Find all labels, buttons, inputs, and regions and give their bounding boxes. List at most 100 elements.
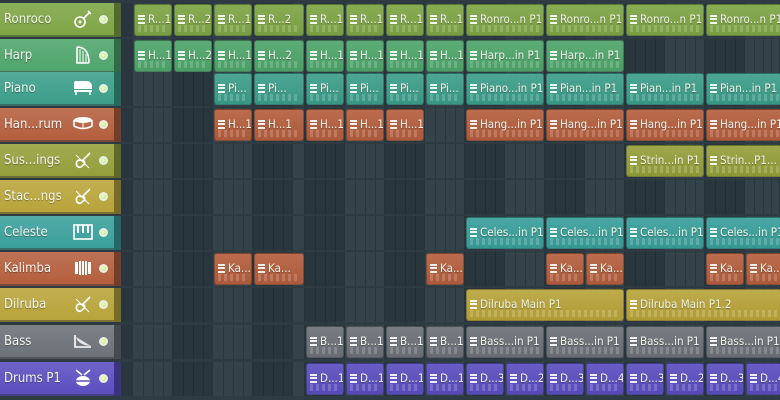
pattern-clip[interactable]: Ka... [426, 253, 464, 285]
track-enable-led[interactable] [99, 227, 108, 237]
pattern-clip[interactable]: Ka... [214, 253, 252, 285]
pattern-clip[interactable]: Pian...in P1 [546, 73, 624, 105]
pattern-clip[interactable]: B...1 [386, 326, 424, 358]
pattern-clip[interactable]: H...2 [254, 40, 304, 72]
pattern-clip[interactable]: Bass...in P1 [546, 326, 624, 358]
pattern-clip[interactable]: Celes...in P1 [706, 217, 780, 249]
pattern-clip[interactable]: Pi... [346, 73, 384, 105]
pattern-clip[interactable]: D...3 [466, 363, 504, 395]
pattern-clip[interactable]: Ronro...n P1 [546, 4, 624, 36]
track-header[interactable]: Kalimba [0, 252, 114, 286]
pattern-clip[interactable]: Ka... [546, 253, 584, 285]
pattern-clip[interactable]: Pi... [214, 73, 252, 105]
pattern-clip[interactable]: Dilruba Main P1 [466, 289, 624, 321]
track-enable-led[interactable] [99, 14, 108, 24]
pattern-clip[interactable]: D...1 [346, 363, 384, 395]
pattern-clip[interactable]: Bass...in P1 [706, 326, 780, 358]
pattern-clip[interactable]: H...1 [254, 109, 304, 141]
grid-cell[interactable] [293, 325, 305, 359]
pattern-clip[interactable]: Hang...in P1 [546, 109, 624, 141]
grid-cell[interactable] [293, 288, 305, 322]
pattern-clip[interactable]: Harp...in P1 [466, 40, 544, 72]
pattern-clip[interactable]: Bass...in P1 [626, 326, 704, 358]
pattern-clip[interactable]: Celes...in P1 [466, 217, 544, 249]
pattern-clip[interactable]: Dilruba Main P1.2 [626, 289, 780, 321]
pattern-clip[interactable]: D...3 [626, 363, 664, 395]
track-header[interactable]: Harp [0, 39, 114, 73]
track-enable-led[interactable] [99, 155, 108, 165]
grid-cell[interactable] [121, 108, 133, 142]
track-header[interactable]: Celeste [0, 216, 114, 250]
track-header[interactable]: Drums P1 [0, 362, 114, 396]
pattern-clip[interactable]: B...1 [306, 326, 344, 358]
pattern-clip[interactable]: D...2 [506, 363, 544, 395]
pattern-clip[interactable]: Ka... [586, 253, 624, 285]
track-header[interactable]: Han...rum [0, 108, 114, 142]
pattern-clip[interactable]: Ka... [254, 253, 304, 285]
pattern-clip[interactable]: Strin...P1... [706, 145, 780, 177]
pattern-clip[interactable]: H...1 [214, 109, 252, 141]
grid-cell[interactable] [121, 325, 133, 359]
grid-cell[interactable] [121, 252, 133, 286]
pattern-clip[interactable]: Pian...in P1 [706, 73, 780, 105]
pattern-clip[interactable]: Ka... [746, 253, 780, 285]
pattern-clip[interactable]: H...1 [306, 109, 344, 141]
track-enable-led[interactable] [99, 50, 108, 60]
pattern-clip[interactable]: R...1 [214, 4, 252, 36]
pattern-clip[interactable]: Pi... [426, 73, 464, 105]
pattern-clip[interactable]: Ka... [706, 253, 744, 285]
pattern-clip[interactable]: Ronro...n P1 [466, 4, 544, 36]
pattern-clip[interactable]: D...3 [546, 363, 584, 395]
grid-cell[interactable] [121, 216, 133, 250]
pattern-clip[interactable]: Harp...in P1 [546, 40, 624, 72]
pattern-clip[interactable]: B...1 [426, 326, 464, 358]
pattern-clip[interactable]: H...1 [214, 40, 252, 72]
grid-cell[interactable] [121, 180, 133, 214]
track-header[interactable]: Ronroco [0, 3, 114, 37]
grid-cell[interactable] [121, 362, 133, 396]
grid-cell[interactable] [121, 144, 133, 178]
pattern-clip[interactable]: R...2 [174, 4, 212, 36]
pattern-clip[interactable]: H...1 [346, 109, 384, 141]
track-header[interactable]: Dilruba [0, 288, 114, 322]
track-header[interactable]: Stac...ngs [0, 180, 114, 214]
pattern-clip[interactable]: Celes...in P1 [546, 217, 624, 249]
pattern-clip[interactable]: H...2 [174, 40, 212, 72]
pattern-clip[interactable]: Ronro...n P1 [626, 4, 704, 36]
pattern-clip[interactable]: D...4 [746, 363, 780, 395]
pattern-clip[interactable]: D...1 [386, 363, 424, 395]
pattern-clip[interactable]: D...2 [666, 363, 704, 395]
track-enable-led[interactable] [99, 373, 108, 383]
pattern-clip[interactable]: H...1 [346, 40, 384, 72]
pattern-clip[interactable]: R...1 [346, 4, 384, 36]
grid-cell[interactable] [293, 180, 305, 214]
pattern-clip[interactable]: D...4 [586, 363, 624, 395]
pattern-clip[interactable]: Strin...in P1 [626, 145, 704, 177]
pattern-clip[interactable]: H...1 [426, 40, 464, 72]
pattern-clip[interactable]: D...1 [306, 363, 344, 395]
pattern-clip[interactable]: Pi... [386, 73, 424, 105]
pattern-clip[interactable]: R...1 [306, 4, 344, 36]
pattern-clip[interactable]: Hang...in P1 [626, 109, 704, 141]
pattern-clip[interactable]: Pian...in P1 [626, 73, 704, 105]
pattern-clip[interactable]: H...1 [134, 40, 172, 72]
track-header[interactable]: Sus...ings [0, 144, 114, 178]
pattern-clip[interactable]: Pi... [254, 73, 304, 105]
grid-cell[interactable] [121, 288, 133, 322]
grid-cell[interactable] [121, 72, 133, 106]
pattern-clip[interactable]: H...1 [386, 109, 424, 141]
grid-cell[interactable] [293, 144, 305, 178]
pattern-clip[interactable]: H...1 [306, 40, 344, 72]
pattern-clip[interactable]: Hang...in P1 [466, 109, 544, 141]
pattern-clip[interactable]: H...1 [386, 40, 424, 72]
track-enable-led[interactable] [99, 263, 108, 273]
track-enable-led[interactable] [99, 299, 108, 309]
pattern-clip[interactable]: R...1 [426, 4, 464, 36]
pattern-clip[interactable]: Celes...in P1 [626, 217, 704, 249]
pattern-clip[interactable]: R...1 [386, 4, 424, 36]
pattern-clip[interactable]: R...1 [134, 4, 172, 36]
pattern-clip[interactable]: D...3 [706, 363, 744, 395]
track-header[interactable]: Piano [0, 72, 114, 106]
pattern-clip[interactable]: Bass...in P1 [466, 326, 544, 358]
pattern-clip[interactable]: R...2 [254, 4, 304, 36]
